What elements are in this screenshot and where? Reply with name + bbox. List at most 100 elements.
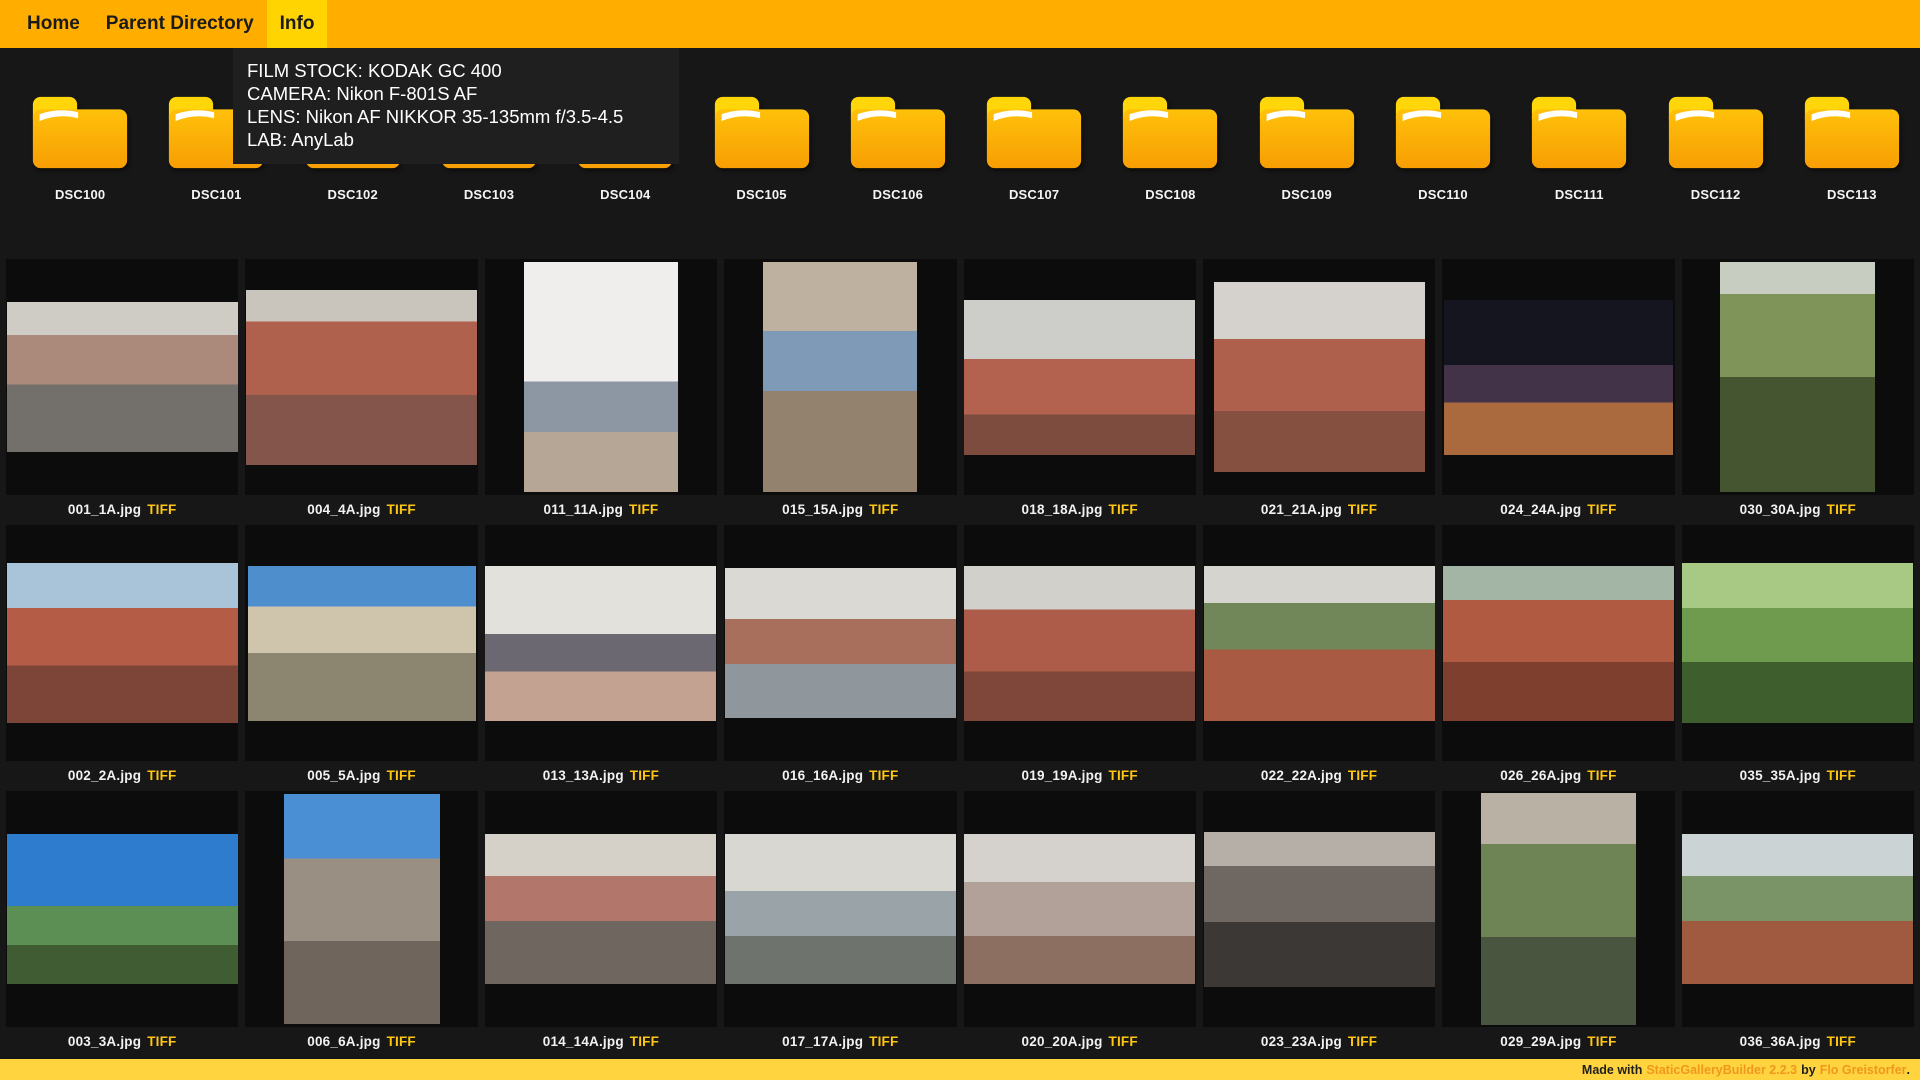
- photo-cell: 013_13A.jpg TIFF: [485, 525, 717, 791]
- photo-frame: [6, 791, 238, 1027]
- folder-item[interactable]: DSC108: [1102, 94, 1238, 202]
- folder-icon: [1802, 94, 1902, 176]
- tiff-link[interactable]: TIFF: [147, 768, 176, 783]
- photo-thumbnail[interactable]: [7, 302, 238, 452]
- folder-icon: [1393, 94, 1493, 176]
- photo-filename: 006_6A.jpg: [307, 1034, 380, 1049]
- tiff-link[interactable]: TIFF: [1587, 768, 1616, 783]
- folder-label: DSC101: [191, 187, 241, 202]
- tiff-link[interactable]: TIFF: [1348, 502, 1377, 517]
- tiff-link[interactable]: TIFF: [1348, 768, 1377, 783]
- footer-by-text: by: [1801, 1063, 1816, 1077]
- tiff-link[interactable]: TIFF: [1348, 1034, 1377, 1049]
- footer-builder-link[interactable]: StaticGalleryBuilder 2.2.3: [1646, 1063, 1797, 1077]
- photo-caption: 001_1A.jpg TIFF: [6, 495, 238, 525]
- photo-caption: 018_18A.jpg TIFF: [964, 495, 1196, 525]
- folder-item[interactable]: DSC112: [1647, 94, 1783, 202]
- folder-item[interactable]: DSC109: [1239, 94, 1375, 202]
- tiff-link[interactable]: TIFF: [387, 1034, 416, 1049]
- photo-filename: 015_15A.jpg: [782, 502, 863, 517]
- photo-thumbnail[interactable]: [1444, 300, 1673, 455]
- photo-thumbnail[interactable]: [1204, 566, 1435, 721]
- tiff-link[interactable]: TIFF: [1109, 768, 1138, 783]
- tiff-link[interactable]: TIFF: [387, 502, 416, 517]
- photo-filename: 002_2A.jpg: [68, 768, 141, 783]
- footer-author-link[interactable]: Flo Greistorfer: [1820, 1063, 1907, 1077]
- photo-caption: 005_5A.jpg TIFF: [245, 761, 477, 791]
- photo-caption: 022_22A.jpg TIFF: [1203, 761, 1435, 791]
- photo-thumbnail[interactable]: [763, 262, 917, 492]
- folder-item[interactable]: DSC105: [693, 94, 829, 202]
- tiff-link[interactable]: TIFF: [630, 768, 659, 783]
- photo-cell: 006_6A.jpg TIFF: [245, 791, 477, 1057]
- photo-thumbnail[interactable]: [248, 566, 476, 721]
- photo-caption: 016_16A.jpg TIFF: [724, 761, 956, 791]
- folder-icon: [1529, 94, 1629, 176]
- nav-item-home[interactable]: Home: [14, 0, 93, 48]
- folder-item[interactable]: DSC110: [1375, 94, 1511, 202]
- photo-frame: [485, 259, 717, 495]
- folder-label: DSC106: [873, 187, 923, 202]
- tiff-link[interactable]: TIFF: [1109, 1034, 1138, 1049]
- photo-cell: 026_26A.jpg TIFF: [1442, 525, 1674, 791]
- photo-frame: [724, 791, 956, 1027]
- photo-frame: [1682, 525, 1914, 761]
- photo-thumbnail[interactable]: [1481, 793, 1636, 1025]
- photo-filename: 014_14A.jpg: [543, 1034, 624, 1049]
- photo-grid: 001_1A.jpg TIFF 004_4A.jpg TIFF 011_11A.…: [0, 259, 1920, 1057]
- photo-thumbnail[interactable]: [1682, 563, 1913, 723]
- tiff-link[interactable]: TIFF: [869, 502, 898, 517]
- photo-thumbnail[interactable]: [524, 262, 678, 492]
- photo-thumbnail[interactable]: [1443, 566, 1674, 721]
- photo-thumbnail[interactable]: [7, 834, 238, 984]
- tiff-link[interactable]: TIFF: [1587, 502, 1616, 517]
- tiff-link[interactable]: TIFF: [1587, 1034, 1616, 1049]
- tiff-link[interactable]: TIFF: [869, 768, 898, 783]
- photo-cell: 030_30A.jpg TIFF: [1682, 259, 1914, 525]
- folder-item[interactable]: DSC113: [1784, 94, 1920, 202]
- photo-thumbnail[interactable]: [725, 834, 956, 984]
- folder-label: DSC109: [1282, 187, 1332, 202]
- photo-thumbnail[interactable]: [725, 568, 956, 718]
- nav-item-parent-directory[interactable]: Parent Directory: [93, 0, 267, 48]
- photo-frame: [964, 525, 1196, 761]
- photo-thumbnail[interactable]: [964, 834, 1195, 984]
- folder-label: DSC100: [55, 187, 105, 202]
- photo-thumbnail[interactable]: [1720, 262, 1875, 492]
- folder-item[interactable]: DSC100: [12, 94, 148, 202]
- photo-thumbnail[interactable]: [964, 300, 1195, 455]
- photo-thumbnail[interactable]: [1214, 282, 1425, 472]
- tiff-link[interactable]: TIFF: [630, 1034, 659, 1049]
- photo-thumbnail[interactable]: [284, 794, 440, 1024]
- folder-item[interactable]: DSC111: [1511, 94, 1647, 202]
- tiff-link[interactable]: TIFF: [147, 502, 176, 517]
- tiff-link[interactable]: TIFF: [1827, 502, 1856, 517]
- photo-thumbnail[interactable]: [485, 566, 716, 721]
- tiff-link[interactable]: TIFF: [147, 1034, 176, 1049]
- photo-caption: 017_17A.jpg TIFF: [724, 1027, 956, 1057]
- folder-item[interactable]: DSC106: [830, 94, 966, 202]
- footer-period: .: [1907, 1063, 1910, 1077]
- tiff-link[interactable]: TIFF: [1109, 502, 1138, 517]
- photo-frame: [245, 791, 477, 1027]
- photo-caption: 004_4A.jpg TIFF: [245, 495, 477, 525]
- photo-thumbnail[interactable]: [485, 834, 716, 984]
- tiff-link[interactable]: TIFF: [1827, 1034, 1856, 1049]
- tiff-link[interactable]: TIFF: [387, 768, 416, 783]
- photo-thumbnail[interactable]: [964, 566, 1195, 721]
- tiff-link[interactable]: TIFF: [629, 502, 658, 517]
- photo-thumbnail[interactable]: [7, 563, 238, 723]
- photo-caption: 015_15A.jpg TIFF: [724, 495, 956, 525]
- nav-item-info[interactable]: Info: [267, 0, 328, 48]
- photo-frame: [1682, 791, 1914, 1027]
- photo-filename: 013_13A.jpg: [543, 768, 624, 783]
- tiff-link[interactable]: TIFF: [1827, 768, 1856, 783]
- photo-thumbnail[interactable]: [1204, 832, 1435, 987]
- folder-icon: [848, 94, 948, 176]
- photo-caption: 014_14A.jpg TIFF: [485, 1027, 717, 1057]
- tiff-link[interactable]: TIFF: [869, 1034, 898, 1049]
- photo-thumbnail[interactable]: [1682, 834, 1913, 984]
- photo-filename: 001_1A.jpg: [68, 502, 141, 517]
- photo-thumbnail[interactable]: [246, 290, 477, 465]
- folder-item[interactable]: DSC107: [966, 94, 1102, 202]
